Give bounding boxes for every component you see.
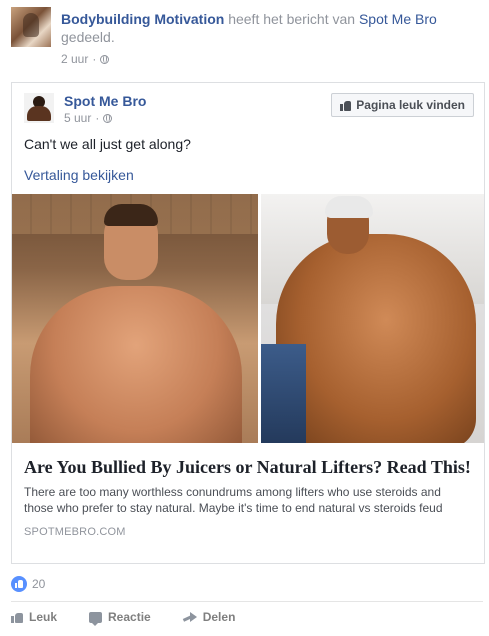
link-description: There are too many worthless conundrums … <box>24 485 443 515</box>
figure-hair <box>325 196 374 218</box>
figure-torso <box>30 286 242 443</box>
link-preview-text[interactable]: Are You Bullied By Juicers or Natural Li… <box>24 456 472 538</box>
share-button[interactable]: Delen <box>183 610 236 624</box>
reaction-count[interactable]: 20 <box>32 577 45 591</box>
author-link[interactable]: Bodybuilding Motivation <box>61 11 224 27</box>
shared-post-header: Spot Me Bro 5 uur · Pagina leuk vinden <box>24 93 474 127</box>
shared-timestamp[interactable]: 5 uur <box>64 111 91 125</box>
shared-post: Spot Me Bro 5 uur · Pagina leuk vinden C… <box>11 82 485 564</box>
share-description: Bodybuilding Motivation heeft het berich… <box>61 10 483 68</box>
photo-right[interactable] <box>261 194 484 443</box>
avatar[interactable] <box>11 7 51 47</box>
figure-body <box>276 234 477 443</box>
comment-button[interactable]: Reactie <box>89 610 151 626</box>
like-page-button[interactable]: Pagina leuk vinden <box>331 93 474 117</box>
globe-icon[interactable] <box>100 54 110 64</box>
photo-left[interactable] <box>12 194 259 443</box>
action-bar: Leuk Reactie Delen <box>11 610 267 626</box>
shared-suffix: gedeeld. <box>61 29 115 45</box>
comment-label: Reactie <box>108 610 151 624</box>
link-domain: SPOTMEBRO.COM <box>24 526 126 538</box>
page-avatar[interactable] <box>24 93 54 123</box>
meta-separator: · <box>95 111 100 125</box>
post-text: Can't we all just get along? <box>24 136 191 152</box>
figure-hair <box>104 204 158 226</box>
thumbs-up-icon <box>11 611 23 623</box>
original-page-link[interactable]: Spot Me Bro <box>359 11 437 27</box>
link-title[interactable]: Are You Bullied By Juicers or Natural Li… <box>24 456 472 478</box>
share-icon <box>183 611 197 623</box>
shared-post-meta: 5 uur · <box>64 111 113 125</box>
post-meta: 2 uur · <box>61 50 483 68</box>
thumbs-up-icon <box>340 100 352 111</box>
see-translation-link[interactable]: Vertaling bekijken <box>24 167 134 183</box>
link-preview-image[interactable] <box>12 194 484 443</box>
like-page-label: Pagina leuk vinden <box>356 98 465 112</box>
like-reaction-icon <box>11 576 27 592</box>
comment-icon <box>89 611 103 626</box>
like-label: Leuk <box>29 610 58 624</box>
reactions-summary[interactable]: 20 <box>11 576 45 592</box>
timestamp[interactable]: 2 uur <box>61 50 88 68</box>
share-header: Bodybuilding Motivation heeft het berich… <box>11 7 483 67</box>
like-button[interactable]: Leuk <box>11 610 57 624</box>
share-label: Delen <box>202 610 236 624</box>
globe-icon[interactable] <box>103 113 113 123</box>
page-name-link[interactable]: Spot Me Bro <box>64 93 146 109</box>
meta-separator: · <box>92 52 97 66</box>
divider <box>11 601 483 602</box>
figure-shorts <box>261 344 307 443</box>
shared-text: heeft het bericht van <box>228 11 356 27</box>
